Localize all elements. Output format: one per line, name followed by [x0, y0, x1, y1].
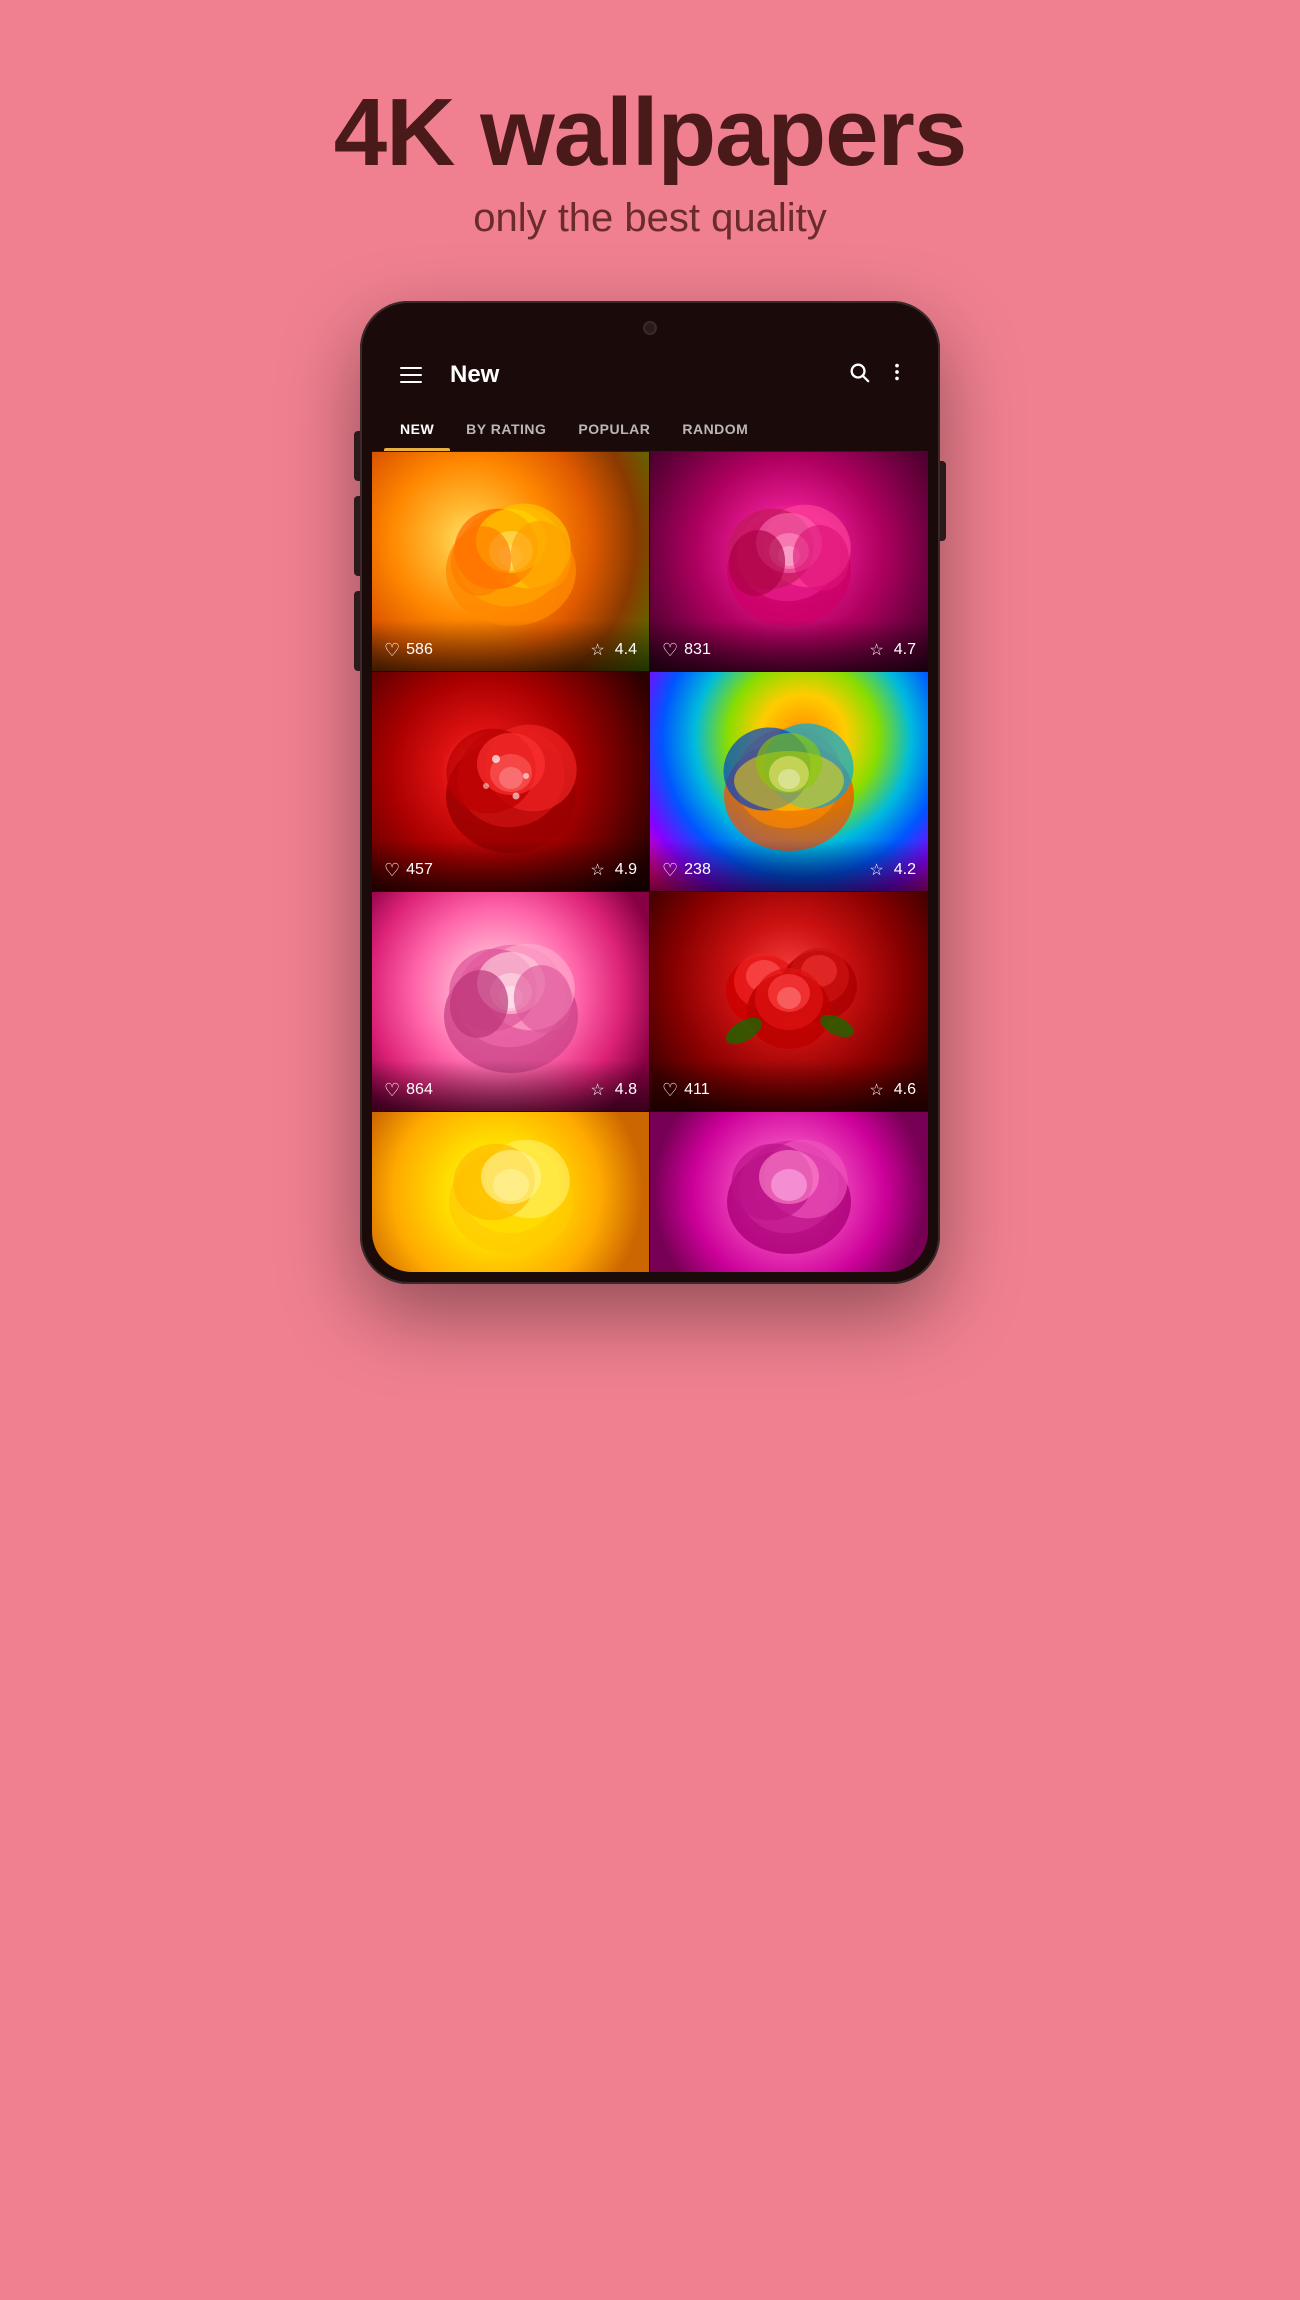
wallpaper-footer-2: ♡ 831 ☆ 4.7: [650, 620, 928, 671]
heart-icon-1: ♡: [384, 640, 400, 661]
page-subtitle: only the best quality: [334, 196, 967, 241]
wallpaper-footer-1: ♡ 586 ☆ 4.4: [372, 620, 649, 671]
wallpaper-footer-3: ♡ 457 ☆ 4.9: [372, 840, 649, 891]
rating-value-5: 4.8: [615, 1081, 637, 1099]
star-icon-6: ☆: [869, 1080, 883, 1100]
heart-icon-6: ♡: [662, 1080, 678, 1101]
likes-count-5: 864: [406, 1081, 584, 1099]
wallpaper-item-3[interactable]: ♡ 457 ☆ 4.9: [372, 672, 650, 892]
wallpaper-item-6[interactable]: ♡ 411 ☆ 4.6: [650, 892, 928, 1112]
rating-value-3: 4.9: [615, 861, 637, 879]
tab-random[interactable]: RANDOM: [666, 407, 764, 451]
wallpaper-footer-6: ♡ 411 ☆ 4.6: [650, 1060, 928, 1111]
page-title: 4K wallpapers: [334, 80, 967, 186]
wallpaper-item-4[interactable]: ♡ 238 ☆ 4.2: [650, 672, 928, 892]
star-icon-1: ☆: [590, 640, 604, 660]
heart-icon-4: ♡: [662, 860, 678, 881]
rose-svg-8: [689, 1112, 889, 1272]
volume-up-button: [354, 431, 360, 481]
phone-notch: [372, 313, 928, 343]
tab-new[interactable]: NEW: [384, 407, 450, 451]
screen-title: New: [450, 361, 836, 389]
likes-count-2: 831: [684, 641, 863, 659]
wallpaper-item-5[interactable]: ♡ 864 ☆ 4.8: [372, 892, 650, 1112]
rating-value-1: 4.4: [615, 641, 637, 659]
star-icon-4: ☆: [869, 860, 883, 880]
star-icon-2: ☆: [869, 640, 883, 660]
bixby-button: [354, 591, 360, 671]
star-icon-5: ☆: [590, 1080, 604, 1100]
menu-icon: [400, 367, 422, 369]
wallpaper-footer-5: ♡ 864 ☆ 4.8: [372, 1060, 649, 1111]
more-options-button[interactable]: [886, 361, 908, 389]
top-bar: New: [372, 343, 928, 407]
tabs-bar: NEW BY RATING POPULAR RANDOM: [372, 407, 928, 452]
search-button[interactable]: [848, 361, 870, 389]
wallpaper-item-1[interactable]: ♡ 586 ☆ 4.4: [372, 452, 650, 672]
menu-icon: [400, 374, 422, 376]
wallpaper-item-2[interactable]: ♡ 831 ☆ 4.7: [650, 452, 928, 672]
page-header: 4K wallpapers only the best quality: [334, 80, 967, 241]
wallpaper-image-7: [372, 1112, 649, 1272]
rating-value-4: 4.2: [894, 861, 916, 879]
tab-popular[interactable]: POPULAR: [562, 407, 666, 451]
heart-icon-3: ♡: [384, 860, 400, 881]
phone-screen: New: [372, 313, 928, 1272]
rating-value-6: 4.6: [894, 1081, 916, 1099]
volume-down-button: [354, 496, 360, 576]
menu-button[interactable]: [392, 359, 430, 391]
wallpaper-footer-4: ♡ 238 ☆ 4.2: [650, 840, 928, 891]
camera-dot: [643, 321, 657, 335]
likes-count-3: 457: [406, 861, 584, 879]
star-icon-3: ☆: [590, 860, 604, 880]
rating-value-2: 4.7: [894, 641, 916, 659]
likes-count-1: 586: [406, 641, 584, 659]
wallpaper-item-8[interactable]: [650, 1112, 928, 1272]
wallpaper-grid: ♡ 586 ☆ 4.4: [372, 452, 928, 1272]
tab-by-rating[interactable]: BY RATING: [450, 407, 562, 451]
likes-count-6: 411: [684, 1081, 863, 1099]
menu-icon: [400, 381, 422, 383]
top-bar-icons: [848, 361, 908, 389]
power-button: [940, 461, 946, 541]
rose-svg-7: [411, 1112, 611, 1272]
heart-icon-5: ♡: [384, 1080, 400, 1101]
wallpaper-image-8: [650, 1112, 928, 1272]
heart-icon-2: ♡: [662, 640, 678, 661]
likes-count-4: 238: [684, 861, 863, 879]
app-screen: New: [372, 343, 928, 1272]
phone-frame: New: [360, 301, 940, 1284]
wallpaper-item-7[interactable]: [372, 1112, 650, 1272]
